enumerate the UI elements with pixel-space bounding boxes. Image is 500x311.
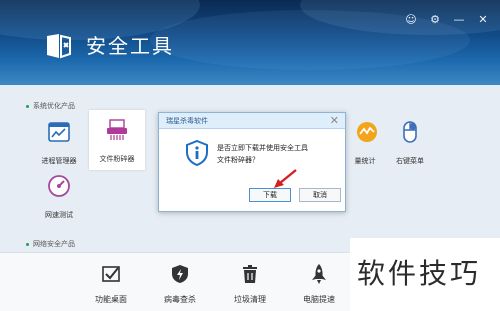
download-dialog: 瑞星杀毒软件 ✕ 是否立即下载并使用安全工具 文件粉碎器？ 下载 取消 — [158, 112, 346, 212]
dialog-header: 瑞星杀毒软件 ✕ — [159, 113, 345, 129]
info-shield-icon — [186, 140, 208, 166]
rocket-icon — [312, 264, 326, 284]
app-title: 安全工具 — [86, 34, 174, 58]
bottom-item-virus-scan[interactable]: 病毒查杀 — [145, 253, 215, 311]
virus-scan-icon — [172, 265, 188, 283]
tile-file-shredder[interactable]: 文件粉碎器 — [89, 110, 145, 170]
tile-process-manager[interactable]: 进程管理器 — [31, 112, 87, 172]
dialog-title: 瑞星杀毒软件 — [166, 117, 208, 125]
tile-speed-test[interactable]: 网速测试 — [31, 166, 87, 226]
tile-label: 进程管理器 — [41, 157, 77, 165]
section-bullet — [26, 242, 29, 246]
app-logo-icon — [47, 34, 71, 59]
context-menu-icon — [403, 121, 417, 143]
bottom-item-speedup[interactable]: 电脑提速 — [284, 253, 354, 311]
section-network-label: 网络安全产品 — [33, 240, 75, 248]
watermark-text: 软件技巧 — [357, 257, 482, 290]
tile-label: 网速测试 — [45, 211, 73, 219]
download-button[interactable]: 下载 — [249, 188, 291, 202]
settings-icon[interactable]: ⚙ — [428, 14, 442, 26]
section-network: 网络安全产品 — [26, 239, 75, 249]
trash-icon — [243, 265, 257, 283]
bottom-item-label: 电脑提速 — [303, 295, 335, 304]
section-bullet — [26, 104, 29, 108]
feedback-icon[interactable]: ☺ — [404, 14, 418, 26]
minimize-button[interactable]: — — [452, 14, 466, 26]
annotation-arrow-icon — [274, 169, 297, 188]
window-controls: ☺ ⚙ — ✕ — [404, 14, 490, 26]
cancel-button[interactable]: 取消 — [299, 188, 341, 202]
dialog-message-tool: 文件粉碎器？ — [217, 156, 259, 164]
tile-context-menu[interactable]: 右键菜单 — [382, 112, 438, 172]
tile-label: 文件粉碎器 — [99, 155, 135, 163]
bottom-item-cleanup[interactable]: 垃圾清理 — [215, 253, 285, 311]
dialog-close-icon[interactable]: ✕ — [330, 114, 339, 127]
bottom-item-desktop[interactable]: 功能桌面 — [76, 253, 146, 311]
dialog-message: 是否立即下载并使用安全工具 — [217, 144, 308, 152]
process-manager-icon — [48, 122, 70, 142]
section-optimize: 系统优化产品 — [26, 101, 75, 111]
bottom-item-label: 病毒查杀 — [164, 295, 196, 304]
section-optimize-label: 系统优化产品 — [33, 102, 75, 110]
speed-test-icon — [48, 175, 70, 197]
traffic-stats-icon — [357, 122, 377, 142]
bottom-item-label: 垃圾清理 — [234, 295, 266, 304]
app-header: 安全工具 ☺ ⚙ — ✕ — [0, 0, 500, 85]
close-button[interactable]: ✕ — [476, 14, 490, 26]
bottom-item-label: 功能桌面 — [95, 295, 127, 304]
desktop-check-icon — [102, 266, 120, 282]
file-shredder-icon — [107, 119, 127, 140]
tile-label: 右键菜单 — [396, 157, 424, 165]
